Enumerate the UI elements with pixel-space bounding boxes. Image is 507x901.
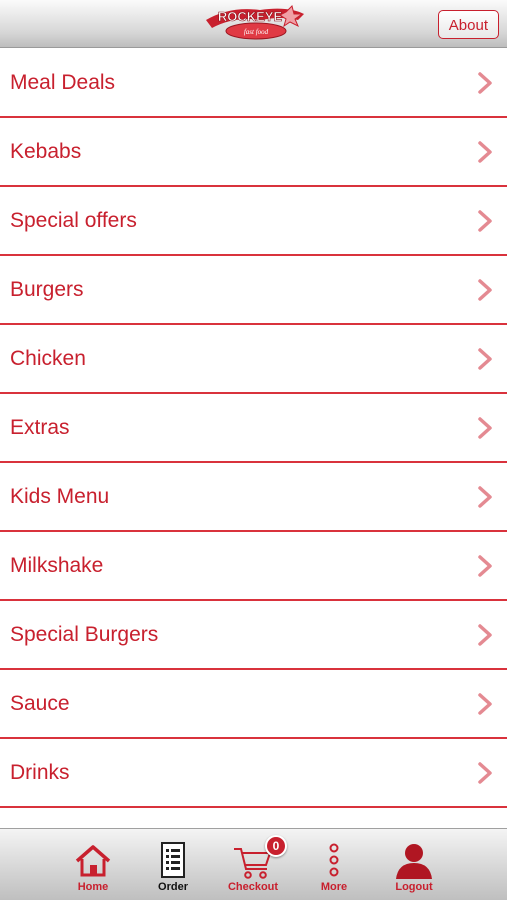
menu-item-label: Milkshake [10, 554, 104, 577]
chevron-right-icon [478, 141, 492, 163]
about-button[interactable]: About [437, 10, 499, 39]
menu-item-milkshake[interactable]: Milkshake [0, 532, 507, 601]
menu-item-label: Sauce [10, 692, 70, 715]
tab-logout[interactable]: Logout [374, 829, 454, 901]
menu-item-meal-deals[interactable]: Meal Deals [0, 49, 507, 118]
order-list-icon [161, 842, 185, 878]
chevron-right-icon [478, 555, 492, 577]
tab-order-label: Order [158, 881, 188, 893]
tab-more[interactable]: More [294, 829, 374, 901]
chevron-right-icon [478, 624, 492, 646]
tab-home-label: Home [77, 881, 109, 893]
chevron-right-icon [478, 486, 492, 508]
tab-logout-label: Logout [395, 881, 433, 893]
svg-text:fast food: fast food [244, 28, 269, 36]
svg-text:ROCKEYE: ROCKEYE [218, 9, 283, 24]
menu-item-label: Chicken [10, 347, 86, 370]
chevron-right-icon [478, 417, 492, 439]
menu-item-burgers[interactable]: Burgers [0, 256, 507, 325]
menu-item-label: Burgers [10, 278, 84, 301]
chevron-right-icon [478, 762, 492, 784]
menu-category-list: Meal Deals Kebabs Special offers Burgers… [0, 49, 507, 808]
menu-item-sauce[interactable]: Sauce [0, 670, 507, 739]
menu-item-chicken[interactable]: Chicken [0, 325, 507, 394]
menu-item-label: Special Burgers [10, 623, 159, 646]
menu-item-label: Kebabs [10, 140, 82, 163]
menu-item-kebabs[interactable]: Kebabs [0, 118, 507, 187]
tab-checkout-label: Checkout [227, 881, 279, 893]
more-dots-icon [329, 843, 339, 877]
menu-item-special-offers[interactable]: Special offers [0, 187, 507, 256]
menu-item-label: Extras [10, 416, 70, 439]
header-bar: ROCKEYE fast food About [0, 0, 507, 48]
menu-item-drinks[interactable]: Drinks [0, 739, 507, 808]
menu-item-kids-menu[interactable]: Kids Menu [0, 463, 507, 532]
menu-item-label: Kids Menu [10, 485, 110, 508]
rockeye-logo: ROCKEYE fast food [206, 5, 304, 40]
cart-count-badge: 0 [265, 835, 287, 857]
bottom-tab-bar: Home Order 0 Checkout More Logout [0, 828, 507, 900]
chevron-right-icon [478, 72, 492, 94]
tab-order[interactable]: Order [133, 829, 213, 901]
chevron-right-icon [478, 348, 492, 370]
chevron-right-icon [478, 693, 492, 715]
menu-item-label: Special offers [10, 209, 137, 232]
tab-checkout[interactable]: 0 Checkout [213, 829, 293, 901]
menu-item-extras[interactable]: Extras [0, 394, 507, 463]
menu-item-label: Meal Deals [10, 71, 116, 94]
home-icon [75, 845, 111, 877]
chevron-right-icon [478, 210, 492, 232]
tab-home[interactable]: Home [53, 829, 133, 901]
tab-more-label: More [320, 881, 348, 893]
chevron-right-icon [478, 279, 492, 301]
menu-item-special-burgers[interactable]: Special Burgers [0, 601, 507, 670]
user-icon [396, 844, 432, 879]
menu-item-label: Drinks [10, 761, 70, 784]
